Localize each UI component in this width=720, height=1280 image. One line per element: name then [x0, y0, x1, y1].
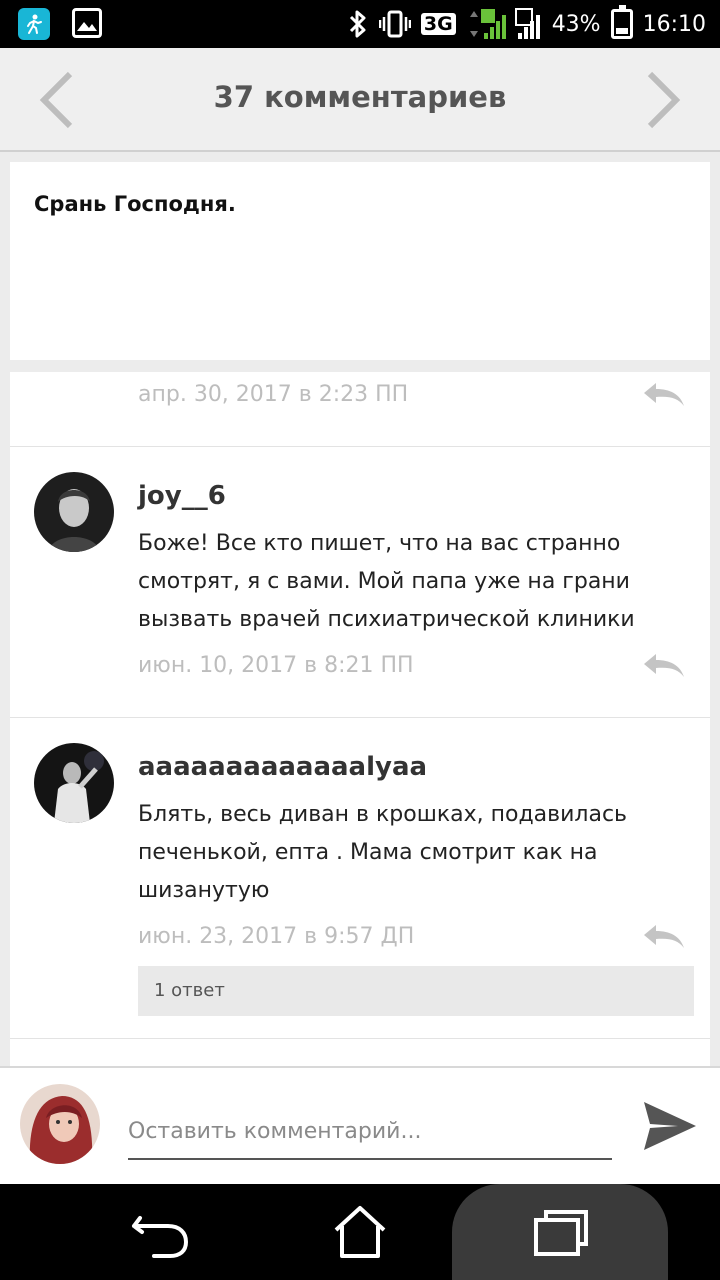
home-icon[interactable]	[330, 1204, 390, 1260]
comment-item: joy__6 Боже! Все кто пишет, что на вас с…	[10, 447, 710, 718]
system-nav-bar	[0, 1184, 720, 1280]
comment-date: апр. 30, 2017 в 2:23 ПП	[138, 382, 409, 407]
network-type: 3G	[420, 13, 456, 35]
comments-header: 37 комментариев	[0, 48, 720, 152]
app-icon	[18, 8, 50, 40]
battery-percent: 43%	[551, 11, 601, 37]
comment-line: шизанутую	[138, 878, 270, 903]
screen: 3G 43% 16:10 37 комментариев Срань Госпо…	[0, 0, 720, 1280]
avatar[interactable]	[34, 743, 114, 823]
avatar[interactable]	[34, 472, 114, 552]
post-text: Срань Господня.	[34, 192, 236, 216]
comment-line: Боже! Все кто пишет, что на вас странно	[138, 531, 621, 556]
comment-text: Боже! Все кто пишет, что на вас странно …	[138, 525, 678, 639]
chevron-right-icon[interactable]	[638, 70, 688, 130]
status-bar: 3G 43% 16:10	[0, 0, 720, 48]
comment-line: печенькой, епта . Мама смотрит как на	[138, 840, 598, 865]
back-icon[interactable]	[130, 1204, 190, 1260]
comment-line: Блять, весь диван в крошках, подавилась	[138, 802, 628, 827]
comment-line: вызвать врачей психиатрической клиники	[138, 607, 635, 632]
gallery-icon	[72, 8, 102, 38]
comment-date: июн. 10, 2017 в 8:21 ПП	[138, 653, 414, 678]
recent-apps-icon[interactable]	[530, 1204, 590, 1260]
reply-icon[interactable]	[640, 922, 686, 952]
page-title: 37 комментариев	[213, 80, 507, 114]
comment-text: Блять, весь диван в крошках, подавилась …	[138, 796, 678, 910]
comment-item: aaaaaaaaaaaaalyaa Блять, весь диван в кр…	[10, 718, 710, 1039]
vibrate-icon	[378, 10, 411, 38]
comment-line: смотрят, я с вами. Мой папа уже на грани	[138, 569, 630, 594]
reply-icon[interactable]	[640, 380, 686, 410]
replies-label: 1 ответ	[154, 980, 225, 1001]
comment-list[interactable]: апр. 30, 2017 в 2:23 ПП joy__6 Боже! Все…	[10, 372, 710, 1066]
clock: 16:10	[642, 11, 706, 37]
comment-compose-bar	[0, 1066, 720, 1184]
post-card: Срань Господня.	[10, 162, 710, 360]
comment-author[interactable]: joy__6	[138, 481, 226, 511]
battery-icon	[610, 5, 633, 39]
signal-icon	[469, 8, 540, 39]
bluetooth-icon	[349, 10, 366, 38]
comment-item: апр. 30, 2017 в 2:23 ПП	[10, 372, 710, 447]
send-icon[interactable]	[640, 1098, 700, 1154]
show-replies-button[interactable]: 1 ответ	[138, 966, 694, 1016]
comment-author[interactable]: aaaaaaaaaaaaalyaa	[138, 752, 427, 782]
comment-input[interactable]	[128, 1100, 612, 1160]
reply-icon[interactable]	[640, 651, 686, 681]
user-avatar	[20, 1084, 100, 1164]
comment-date: июн. 23, 2017 в 9:57 ДП	[138, 924, 415, 949]
